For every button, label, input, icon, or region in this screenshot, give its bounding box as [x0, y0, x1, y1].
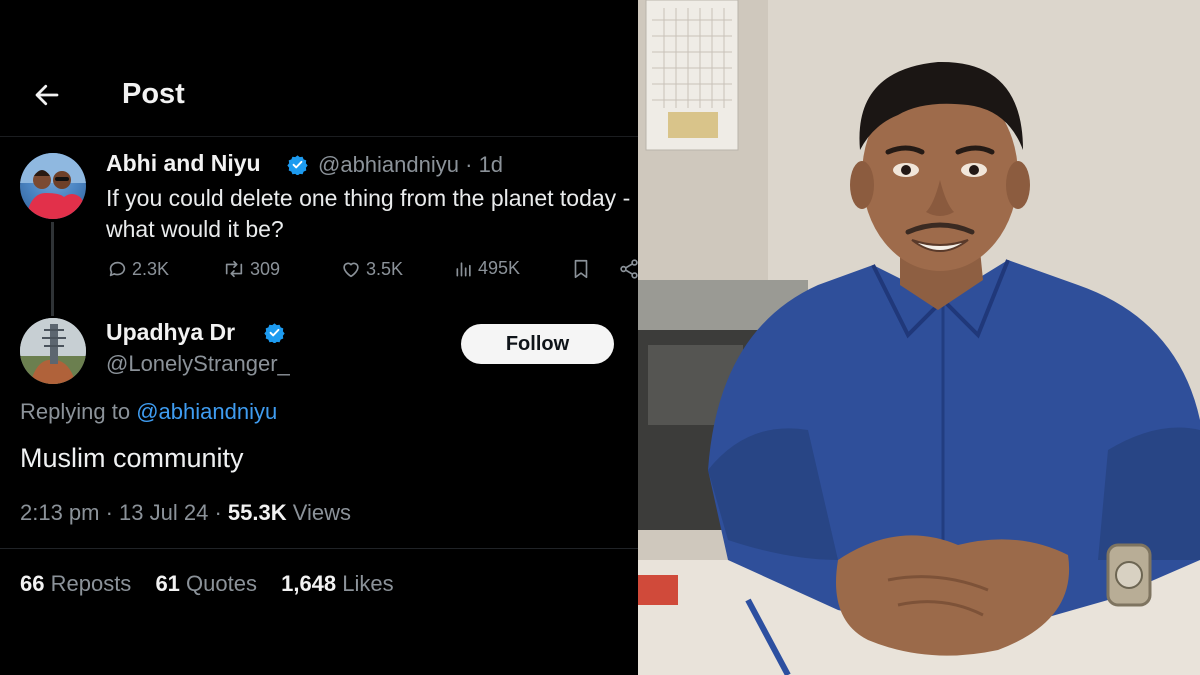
post-views-label: Views [286, 500, 352, 525]
bookmark-button[interactable] [570, 258, 592, 280]
follow-button[interactable]: Follow [461, 324, 614, 364]
views-button[interactable]: 495K [454, 258, 520, 279]
post-views-count: 55.3K [227, 500, 287, 525]
likes-stat[interactable]: 1,648 Likes [281, 571, 394, 596]
view-count: 495K [478, 258, 521, 278]
wall-calendar [645, 0, 739, 151]
repost-count: 309 [250, 258, 281, 279]
likes-label: Likes [336, 571, 394, 596]
post-panel: Post Abhi and Niyu @abhiandniyu · 1d If … [0, 0, 638, 675]
reply-author-name[interactable]: Upadhya Dr [106, 319, 235, 346]
replying-to-handle-link[interactable]: @abhiandniyu [136, 399, 277, 424]
avatar-lonelystranger[interactable] [20, 318, 86, 384]
reply-count: 2.3K [132, 258, 170, 279]
bookmark-icon [574, 259, 588, 279]
engagement-stats: 66 Reposts 61 Quotes 1,648 Likes [20, 571, 412, 597]
reposts-count: 66 [20, 571, 45, 596]
repost-icon [225, 260, 243, 278]
analytics-icon [456, 261, 471, 276]
portrait-illustration [638, 0, 1200, 675]
share-button[interactable] [618, 258, 638, 280]
quotes-stat[interactable]: 61 Quotes [155, 571, 257, 596]
replying-to-line: Replying to @abhiandniyu [20, 399, 277, 425]
header-divider [0, 136, 638, 137]
quotes-label: Quotes [179, 571, 257, 596]
post-meta: 2:13 pm · 13 Jul 24 · 55.3K Views [20, 500, 351, 526]
like-count: 3.5K [366, 258, 404, 279]
post-time-ago: · 1d [465, 152, 504, 177]
verified-badge-icon [264, 323, 285, 343]
original-post-text: If you could delete one thing from the p… [106, 185, 631, 242]
like-button[interactable]: 3.5K [340, 258, 403, 280]
verified-badge-icon [287, 155, 308, 175]
thread-connector-line [51, 222, 54, 316]
heart-icon [343, 262, 359, 278]
avatar-photo [20, 153, 86, 219]
reply-author-handle[interactable]: @LonelyStranger_ [106, 351, 290, 377]
page-title: Post [122, 78, 185, 110]
author-handle-and-time[interactable]: @abhiandniyu · 1d [318, 152, 503, 178]
avatar-photo [20, 318, 86, 384]
reposts-label: Reposts [44, 571, 132, 596]
reply-button[interactable]: 2.3K [106, 258, 169, 280]
post-header: Post [0, 70, 638, 122]
reposts-stat[interactable]: 66 Reposts [20, 571, 131, 596]
likes-count: 1,648 [281, 571, 337, 596]
post-action-bar: 2.3K 309 3.5K 495K [106, 258, 638, 286]
share-icon [620, 259, 638, 279]
author-handle[interactable]: @abhiandniyu [318, 152, 459, 177]
author-name[interactable]: Abhi and Niyu [106, 150, 261, 177]
reply-post-text: Muslim community [20, 443, 244, 473]
reply-icon [109, 261, 126, 277]
back-button[interactable] [30, 78, 64, 112]
arrow-left-icon [35, 84, 59, 106]
quotes-count: 61 [155, 571, 180, 596]
avatar-abhiandniyu[interactable] [20, 153, 86, 219]
replying-to-label: Replying to [20, 399, 131, 424]
stats-divider [0, 548, 638, 549]
post-timestamp[interactable]: 2:13 pm · 13 Jul 24 · [20, 500, 228, 525]
portrait-photo [638, 0, 1200, 675]
repost-button[interactable]: 309 [222, 258, 280, 280]
